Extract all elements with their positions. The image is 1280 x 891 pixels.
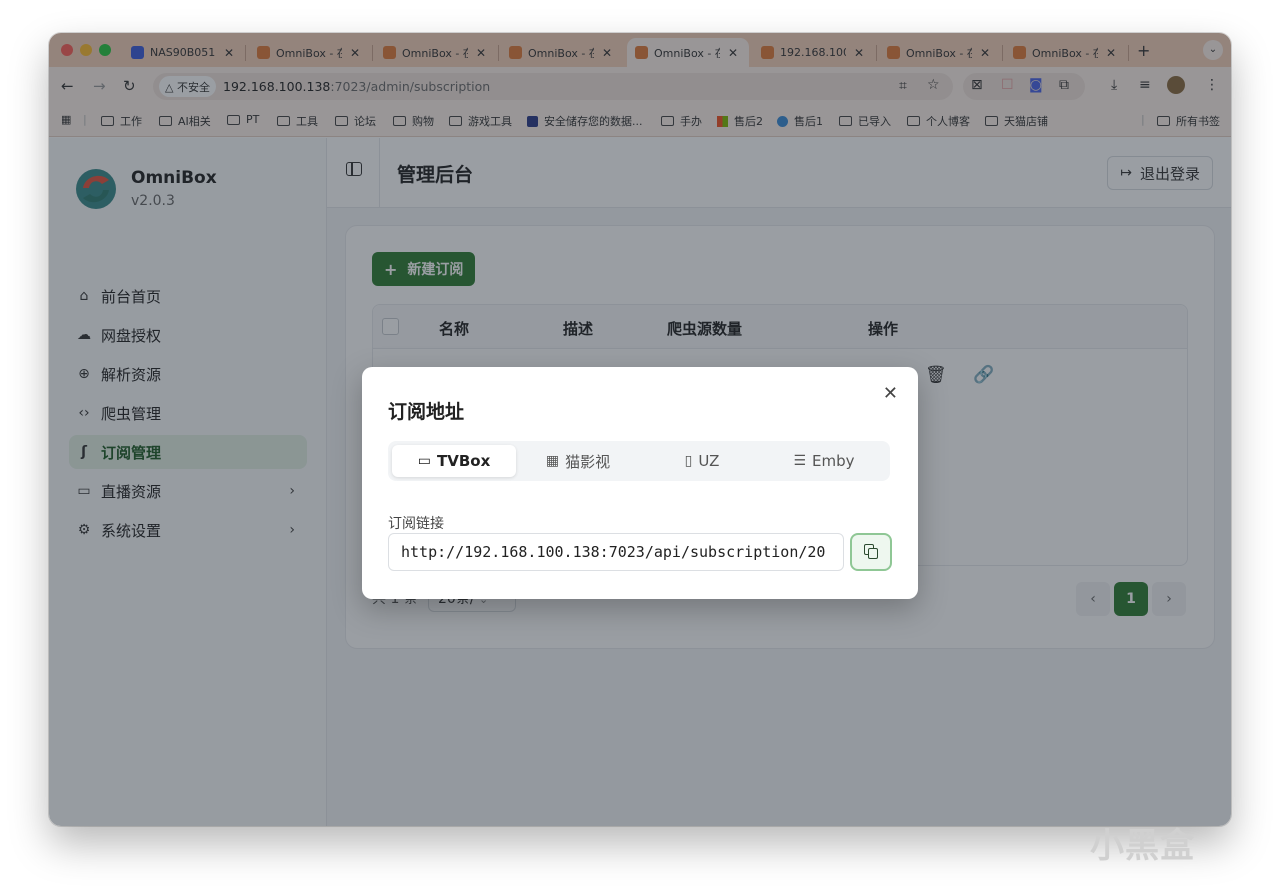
tv-icon: ▭ (417, 453, 431, 469)
server-icon: ☰ (793, 453, 807, 469)
tab-uz[interactable]: ▯ UZ (640, 445, 764, 477)
tab-tvbox[interactable]: ▭ TVBox (392, 445, 516, 477)
watermark-text: 小黑盒 (1090, 826, 1195, 866)
copy-button[interactable] (850, 533, 892, 571)
link-label: 订阅链接 (388, 516, 444, 532)
film-icon: ▦ (545, 453, 560, 469)
phone-icon: ▯ (684, 453, 693, 469)
copy-icon (863, 544, 879, 560)
tab-emby[interactable]: ☰ Emby (762, 445, 886, 477)
subscription-link-field[interactable]: http://192.168.100.138:7023/api/subscrip… (388, 533, 844, 571)
modal-title: 订阅地址 (388, 401, 465, 423)
browser-window: NAS90B051 ✕ OmniBox - 在 ✕ OmniBox - 在 ✕ … (49, 33, 1231, 826)
subscription-url-modal: 订阅地址 ✕ ▭ TVBox ▦ 猫影视 ▯ UZ ☰ Emby 订阅链接 ht… (362, 367, 918, 599)
close-icon[interactable]: ✕ (883, 383, 898, 404)
tab-catvod[interactable]: ▦ 猫影视 (516, 445, 640, 477)
client-tabs: ▭ TVBox ▦ 猫影视 ▯ UZ ☰ Emby (388, 441, 890, 481)
